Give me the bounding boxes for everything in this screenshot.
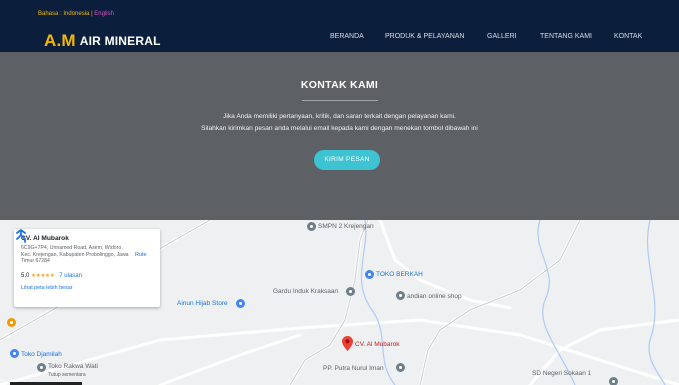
- poi-gardu-induk[interactable]: Gardu Induk Kraksaan: [273, 288, 338, 295]
- language-switcher: Bahasa : Indonesia | English: [38, 11, 114, 17]
- language-option-indonesia[interactable]: Indonesia: [63, 11, 89, 17]
- place-address: 6C9G+7P4, Unnamed Road, Asem, Widoro, Ke…: [21, 245, 129, 265]
- nav-link-galleri[interactable]: GALLERI: [487, 33, 517, 40]
- directions-icon[interactable]: [14, 229, 28, 243]
- place-name: CV. Al Mubarok: [21, 235, 69, 242]
- poi-smpn-2-krejengan[interactable]: SMPN 2 Krejengan: [318, 223, 374, 230]
- poi-andian-online-shop[interactable]: andian online shop: [407, 293, 462, 300]
- poi-ainun-hijab-store[interactable]: Ainun Hijab Store: [177, 300, 228, 307]
- language-option-english[interactable]: English: [94, 11, 114, 17]
- place-info-card: CV. Al Mubarok 6C9G+7P4, Unnamed Road, A…: [14, 229, 160, 307]
- poi-toko-berkah[interactable]: TOKO BERKAH: [376, 271, 423, 278]
- title-divider: [302, 100, 378, 101]
- poi-pp-putra-nurul-iman[interactable]: PP. Putra Nurul Iman: [323, 365, 384, 372]
- school-pin-icon[interactable]: [396, 363, 405, 372]
- nav-link-produk-pelayanan[interactable]: PRODUK & PELAYANAN: [385, 33, 465, 40]
- poi-toko-rakwa-wati[interactable]: Toko Rakwa Wati: [48, 363, 98, 370]
- reviews-link[interactable]: 7 ulasan: [59, 273, 82, 279]
- nav-link-beranda[interactable]: BERANDA: [330, 33, 364, 40]
- directions-label[interactable]: Rute: [135, 252, 147, 258]
- shop-pin-icon[interactable]: [365, 270, 374, 279]
- hero-description-line-1: Jika Anda memiliki pertanyaan, kritik, d…: [223, 113, 456, 120]
- poi-rakwa-status: Tutup sementara: [48, 372, 86, 378]
- logo-initials: A.M: [44, 31, 76, 50]
- site-logo[interactable]: A.M AIR MINERAL: [44, 30, 161, 50]
- poi-cv-al-mubarok[interactable]: CV. Al Mubarok: [355, 341, 400, 348]
- location-pin-icon[interactable]: [342, 336, 353, 351]
- shop-pin-icon[interactable]: [10, 349, 19, 358]
- food-pin-icon[interactable]: [7, 318, 16, 327]
- send-message-button[interactable]: KIRIM PESAN: [314, 150, 380, 170]
- top-navbar: Bahasa : Indonesia | English A.M AIR MINE…: [0, 0, 679, 52]
- hero-description-line-2: Silahkan kirimkan pesan anda melalui ema…: [201, 125, 478, 132]
- poi-sd-negeri-sokaan-1[interactable]: SD Negeri Sokaan 1: [532, 370, 591, 377]
- nav-link-kontak[interactable]: KONTAK: [614, 33, 642, 40]
- school-pin-icon[interactable]: [307, 222, 316, 231]
- rating-value: 5,0: [21, 273, 30, 279]
- rating-stars: ★★★★★: [31, 273, 55, 279]
- shop-pin-icon[interactable]: [37, 363, 46, 372]
- contact-hero: KONTAK KAMI Jika Anda memiliki pertanyaa…: [0, 52, 679, 220]
- nav-link-tentang-kami[interactable]: TENTANG KAMI: [540, 33, 592, 40]
- page-title: KONTAK KAMI: [300, 79, 379, 91]
- place-rating: 5,0 ★★★★★ 7 ulasan: [21, 273, 82, 279]
- shop-pin-icon[interactable]: [236, 299, 245, 308]
- poi-toko-djamilah[interactable]: Toko Djamilah: [21, 351, 62, 358]
- language-separator: |: [91, 11, 93, 17]
- embedded-map[interactable]: CV. Al Mubarok 6C9G+7P4, Unnamed Road, A…: [0, 220, 679, 385]
- school-pin-icon[interactable]: [609, 377, 618, 385]
- logo-text: AIR MINERAL: [79, 34, 161, 48]
- language-label: Bahasa :: [38, 11, 62, 17]
- shop-pin-icon[interactable]: [396, 291, 405, 300]
- view-larger-map-link[interactable]: Lihat peta lebih besar: [21, 285, 73, 291]
- utility-pin-icon[interactable]: [346, 287, 355, 296]
